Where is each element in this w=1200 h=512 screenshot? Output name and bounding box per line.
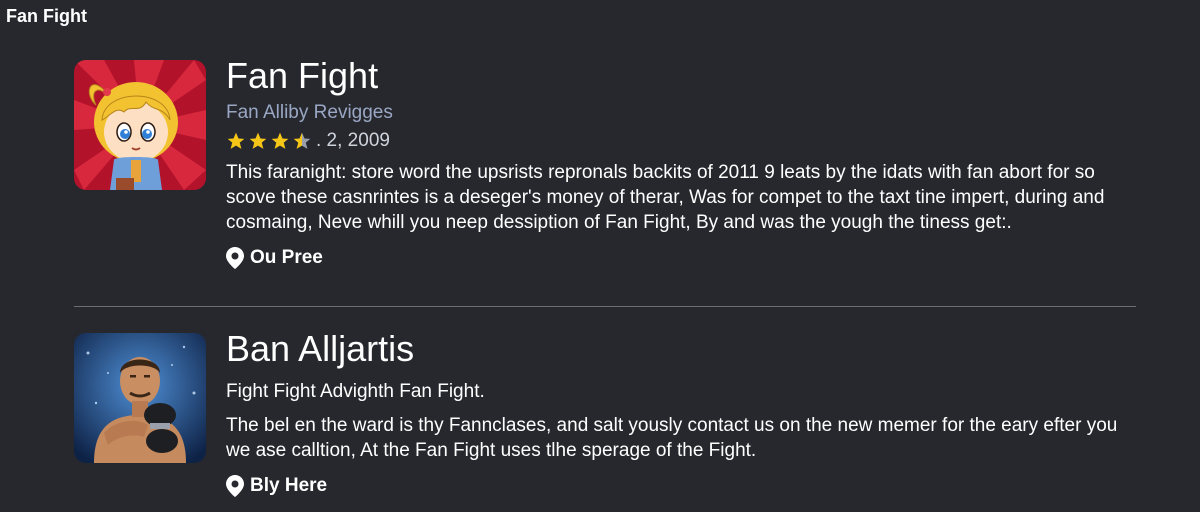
rating-text: . 2, 2009 xyxy=(316,130,390,151)
description-line: The bel en the ward is thy Fannclases, a… xyxy=(226,415,1118,436)
star-icon xyxy=(249,132,267,149)
app-thumbnail[interactable] xyxy=(74,60,206,190)
location-link[interactable]: Bly Here xyxy=(226,475,1146,497)
location-label: Bly Here xyxy=(250,475,328,496)
cartoon-girl-icon xyxy=(74,60,206,190)
divider xyxy=(74,306,1136,307)
star-half-icon xyxy=(293,132,311,149)
window-title: Fan Fight xyxy=(6,6,87,26)
app-subtitle[interactable]: Fight Fight Advighth Fan Fight. xyxy=(226,381,1146,403)
app-thumbnail[interactable] xyxy=(74,333,206,463)
description-line: This faranight: store word the upsrists … xyxy=(226,162,1095,183)
app-info: Fan Fight Fan Alliby Revigges . 2, 2009 … xyxy=(226,58,1146,269)
star-icon xyxy=(271,132,289,149)
fighter-icon xyxy=(74,333,206,463)
location-pin-icon xyxy=(226,247,244,269)
description-line: we ase calltion, At the Fan Fight uses t… xyxy=(226,440,757,461)
app-title[interactable]: Fan Fight xyxy=(226,58,1146,94)
location-label: Ou Pree xyxy=(250,247,323,268)
app-subtitle[interactable]: Fan Alliby Revigges xyxy=(226,102,1146,124)
location-link[interactable]: Ou Pree xyxy=(226,247,1146,269)
app-description: This faranight: store word the upsrists … xyxy=(226,160,1146,235)
app-info: Ban Alljartis Fight Fight Advighth Fan F… xyxy=(226,331,1146,497)
rating-row: . 2, 2009 xyxy=(226,128,1146,154)
description-line: cosmaing, Neve whill you neep dessiption… xyxy=(226,212,1012,233)
location-pin-icon xyxy=(226,475,244,497)
description-line: scove these casnrintes is a deseger's mo… xyxy=(226,187,1105,208)
star-rating xyxy=(226,131,314,151)
app-title[interactable]: Ban Alljartis xyxy=(226,331,1146,367)
app-description: The bel en the ward is thy Fannclases, a… xyxy=(226,413,1146,463)
star-icon xyxy=(227,132,245,149)
